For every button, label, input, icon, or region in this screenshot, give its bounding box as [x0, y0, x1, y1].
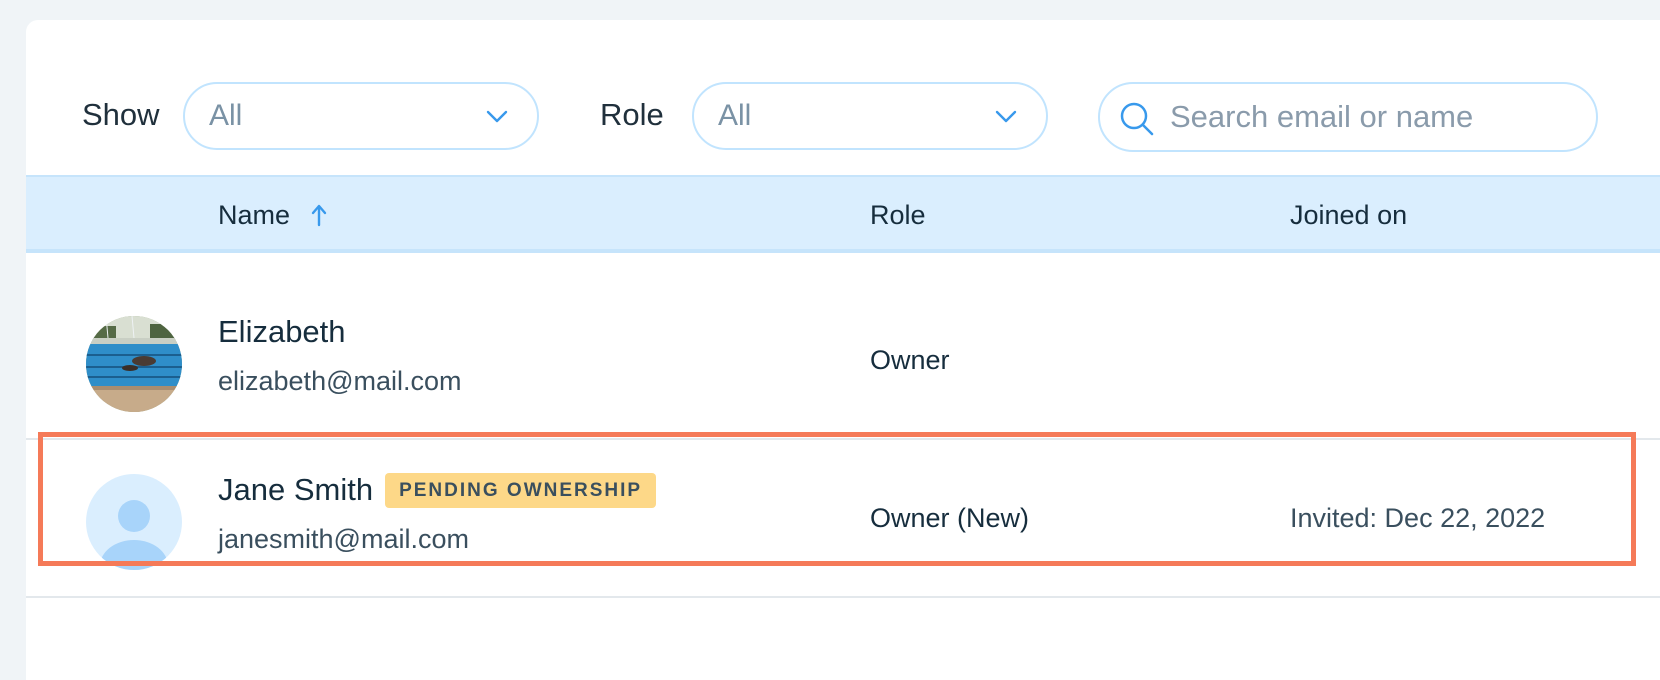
user-role: Owner	[870, 345, 950, 375]
column-header-joined[interactable]: Joined on	[1290, 177, 1407, 251]
user-email: janesmith@mail.com	[218, 524, 469, 554]
user-placeholder-icon	[86, 474, 182, 570]
column-header-name[interactable]: Name	[218, 177, 328, 251]
invited-date: Invited: Dec 22, 2022	[1290, 503, 1546, 533]
column-header-name-label: Name	[218, 200, 291, 230]
avatar	[86, 316, 182, 412]
filters-bar: Show All Role All	[26, 20, 1660, 175]
show-filter-dropdown[interactable]: All	[183, 82, 539, 150]
team-members-panel: Show All Role All Name	[26, 20, 1660, 680]
user-email: elizabeth@mail.com	[218, 366, 462, 396]
search-icon	[1120, 102, 1154, 136]
role-filter-dropdown[interactable]: All	[692, 82, 1048, 150]
search-input[interactable]	[1170, 84, 1570, 150]
table-header: Name Role Joined on	[26, 175, 1660, 253]
pending-ownership-badge: PENDING OWNERSHIP	[385, 472, 657, 508]
user-name: Elizabeth	[218, 314, 346, 349]
user-name: Jane Smith	[218, 472, 374, 507]
name-line: Jane Smith PENDING OWNERSHIP	[218, 468, 657, 512]
role-filter-value: All	[718, 99, 752, 132]
name-line: Elizabeth	[218, 310, 346, 354]
chevron-down-icon	[995, 110, 1017, 123]
table-row[interactable]: Elizabeth elizabeth@mail.com Owner	[26, 282, 1660, 440]
user-role: Owner (New)	[870, 503, 1030, 533]
sort-ascending-arrow-icon	[311, 204, 326, 227]
show-filter-label: Show	[82, 97, 160, 132]
avatar	[86, 474, 182, 570]
table-row[interactable]: Jane Smith PENDING OWNERSHIP janesmith@ma…	[26, 440, 1660, 598]
search-box	[1098, 82, 1598, 152]
role-filter-label: Role	[600, 97, 664, 132]
chevron-down-icon	[486, 110, 508, 123]
pool-photo-avatar	[86, 316, 182, 412]
column-header-role[interactable]: Role	[870, 177, 926, 251]
show-filter-value: All	[209, 99, 243, 132]
